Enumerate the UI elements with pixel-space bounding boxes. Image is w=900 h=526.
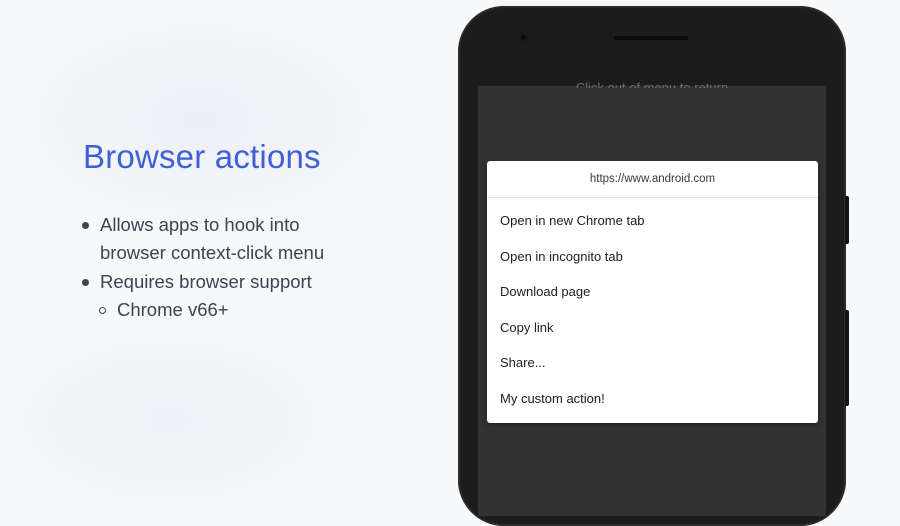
menu-item-open-incognito[interactable]: Open in incognito tab (500, 249, 623, 264)
menu-item-share[interactable]: Share... (500, 355, 546, 370)
menu-item-open-new-tab[interactable]: Open in new Chrome tab (500, 213, 645, 228)
menu-item-copy-link[interactable]: Copy link (500, 320, 553, 335)
menu-item-download-page[interactable]: Download page (500, 284, 590, 299)
menu-url-header: https://www.android.com (487, 161, 818, 198)
sub-bullet-ring (99, 307, 106, 314)
slide-title: Browser actions (83, 138, 321, 175)
bullet-text-continued: browser context-click menu (100, 242, 325, 263)
phone-volume-button (845, 310, 849, 406)
front-camera-icon (519, 33, 528, 42)
browser-actions-menu: https://www.android.com Open in new Chro… (487, 161, 818, 423)
earpiece-speaker (614, 36, 688, 40)
sub-bullet-text: Chrome v66+ (117, 299, 229, 320)
phone-side-button (845, 196, 849, 244)
bullet-text: Allows apps to hook into (100, 214, 300, 235)
screen-background-text: Click out of menu to return (575, 80, 729, 88)
bullet-text: Requires browser support (100, 271, 312, 292)
bullet-dot (82, 279, 89, 286)
bullet-dot (82, 222, 89, 229)
menu-item-custom-action[interactable]: My custom action! (500, 391, 605, 406)
